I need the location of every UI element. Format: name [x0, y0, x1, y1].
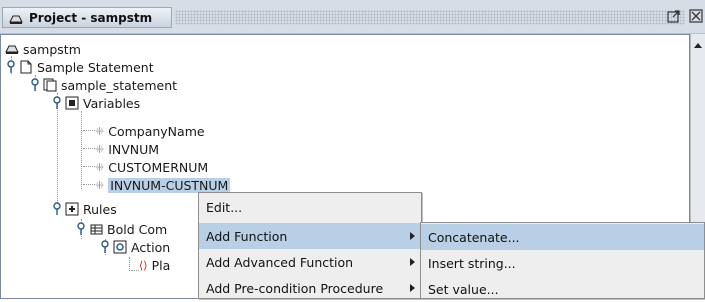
rules-icon — [65, 202, 79, 216]
scroll-up-icon[interactable] — [694, 43, 702, 48]
statement-icon — [20, 60, 32, 74]
tree-line — [83, 166, 95, 167]
tree-node-root[interactable]: sampstm — [5, 41, 81, 57]
variables-icon — [65, 96, 79, 110]
tree-node-label: Sample Statement — [37, 59, 154, 75]
tree-node-rule[interactable]: Bold Com — [75, 221, 167, 237]
tree-node-variable-selected[interactable]: ⁜ INVNUM-CUSTNUM — [95, 177, 231, 193]
tree-line — [83, 184, 95, 185]
tree-node-rules[interactable]: Rules — [51, 201, 117, 217]
menu-item-insert-string[interactable]: Insert string... — [421, 250, 704, 276]
action-icon — [113, 240, 127, 254]
expand-handle-icon[interactable] — [75, 222, 89, 236]
tree-node-doc[interactable]: sample_statement — [29, 77, 177, 93]
project-panel: Project - sampstm sampstm Sample Stateme… — [0, 0, 705, 299]
submenu-arrow-icon — [410, 232, 415, 240]
variable-icon: ⁜ — [95, 160, 105, 174]
tree-line — [83, 130, 95, 131]
project-icon — [9, 15, 23, 24]
tree-node-label: Rules — [83, 201, 117, 217]
variable-icon: ⁜ — [95, 178, 105, 192]
tree-node-variables[interactable]: Variables — [51, 95, 140, 111]
title-drag-area[interactable] — [175, 10, 685, 25]
menu-item-label: Edit... — [206, 199, 243, 215]
tree-line — [83, 148, 95, 149]
menu-item-label: Add Function — [206, 228, 288, 244]
tree-node-label: Bold Com — [107, 221, 168, 237]
menu-item-set-value[interactable]: Set value... — [421, 276, 704, 302]
rule-icon — [90, 224, 103, 235]
tree-node-variable[interactable]: ⁜ INVNUM — [95, 141, 159, 157]
tree-node-label: sampstm — [23, 41, 81, 57]
title-bar: Project - sampstm — [0, 0, 705, 34]
menu-item-label: Set value... — [428, 281, 499, 297]
menu-item-edit[interactable]: Edit... — [199, 194, 421, 220]
menu-item-label: Add Advanced Function — [206, 254, 354, 270]
window-title: Project - sampstm — [29, 10, 153, 25]
menu-item-add-function[interactable]: Add Function — [199, 223, 421, 249]
tree-line — [131, 270, 139, 271]
tree-node-label: sample_statement — [61, 77, 178, 93]
title-tab[interactable]: Project - sampstm — [2, 7, 172, 28]
menu-item-label: Insert string... — [428, 255, 516, 271]
tree-node-label: Variables — [83, 95, 141, 111]
tree-node-variable[interactable]: ⁜ CompanyName — [95, 123, 205, 139]
tree-node-label: CUSTOMERNUM — [108, 159, 209, 175]
close-icon[interactable] — [689, 8, 705, 24]
tree-node-label: CompanyName — [108, 123, 205, 139]
maximize-icon[interactable] — [666, 8, 682, 24]
tree-node-label: Action — [131, 239, 171, 255]
tree-node-label: INVNUM-CUSTNUM — [108, 177, 231, 193]
context-menu: Edit... Add Function Add Advanced Functi… — [198, 192, 422, 299]
tree-line — [81, 111, 82, 189]
tree-node-action[interactable]: Action — [99, 239, 170, 255]
tree-node-label: INVNUM — [108, 141, 160, 157]
placeholder-icon: ⟨⟩ — [139, 258, 148, 272]
project-icon — [5, 45, 19, 54]
menu-item-add-precondition[interactable]: Add Pre-condition Procedure — [199, 275, 421, 301]
submenu-arrow-icon — [410, 284, 415, 292]
submenu: Concatenate... Insert string... Set valu… — [420, 222, 705, 299]
tree-line — [129, 257, 130, 271]
document-icon — [43, 78, 57, 92]
expand-handle-icon[interactable] — [51, 202, 65, 216]
expand-handle-icon[interactable] — [29, 78, 43, 92]
expand-handle-icon[interactable] — [5, 60, 19, 74]
tree-node-statement[interactable]: Sample Statement — [5, 59, 154, 75]
variable-icon: ⁜ — [95, 124, 105, 138]
tree-node-variable[interactable]: ⁜ CUSTOMERNUM — [95, 159, 208, 175]
variable-icon: ⁜ — [95, 142, 105, 156]
submenu-arrow-icon — [410, 258, 415, 266]
tree-node-label: Pla — [151, 257, 171, 273]
menu-item-label: Add Pre-condition Procedure — [206, 280, 384, 296]
menu-item-add-advanced-function[interactable]: Add Advanced Function — [199, 249, 421, 275]
menu-item-label: Concatenate... — [428, 229, 520, 245]
expand-handle-icon[interactable] — [99, 240, 113, 254]
expand-handle-icon[interactable] — [51, 96, 65, 110]
menu-item-concatenate[interactable]: Concatenate... — [421, 224, 704, 250]
tree-node-placeholder[interactable]: ⟨⟩ Pla — [139, 257, 170, 273]
